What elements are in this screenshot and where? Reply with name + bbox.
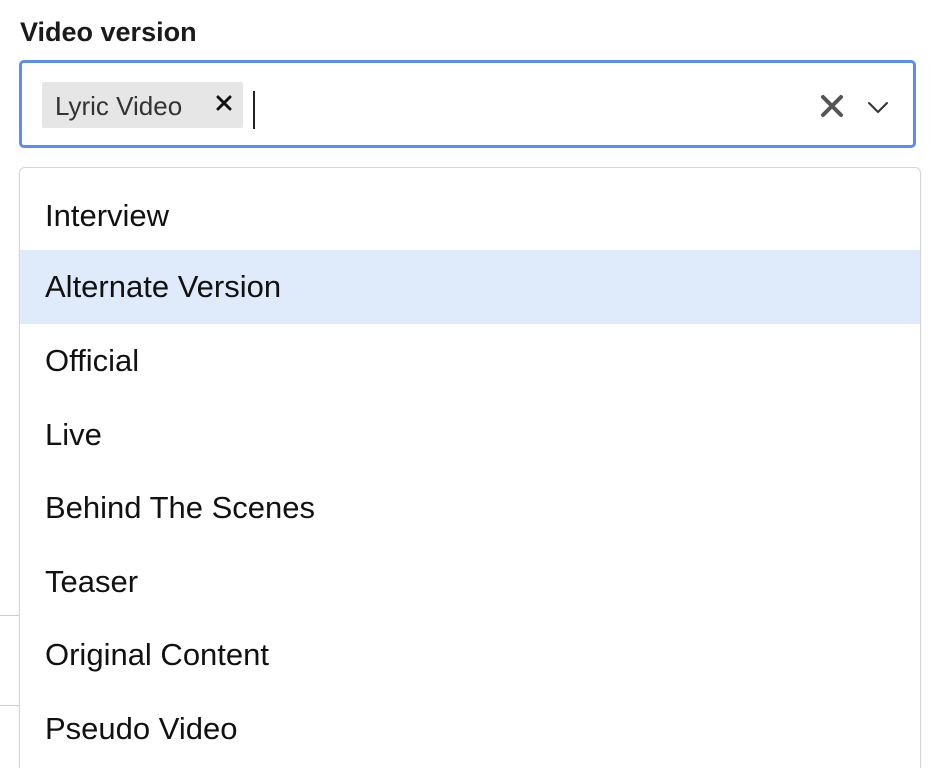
menu-option-alternate-version[interactable]: Alternate Version (20, 250, 920, 324)
background-divider (0, 615, 20, 616)
menu-option-teaser[interactable]: Teaser (20, 545, 920, 619)
chip-remove-button[interactable] (209, 88, 239, 118)
menu-option-interview[interactable]: Interview (20, 179, 920, 253)
text-cursor (253, 91, 255, 129)
page: Video version Lyric Video Interview Alte… (0, 0, 938, 768)
dropdown-toggle-button[interactable] (865, 95, 891, 119)
field-label: Video version (20, 17, 197, 47)
menu-option-label: Alternate Version (45, 269, 282, 304)
menu-option-official[interactable]: Official (20, 324, 920, 398)
menu-option-label: Interview (45, 198, 170, 233)
menu-option-behind-the-scenes[interactable]: Behind The Scenes (20, 471, 920, 545)
selected-chip: Lyric Video (42, 82, 243, 128)
clear-all-button[interactable] (818, 92, 846, 120)
background-divider (0, 705, 20, 706)
menu-option-pseudo-video[interactable]: Pseudo Video (20, 692, 920, 766)
chevron-down-icon (868, 102, 888, 113)
menu-option-label: Behind The Scenes (45, 490, 316, 525)
chip-label: Lyric Video (55, 91, 183, 121)
menu-option-label: Teaser (45, 564, 139, 599)
menu-option-original-content[interactable]: Original Content (20, 618, 920, 692)
close-icon (821, 95, 843, 117)
video-version-select[interactable]: Lyric Video (19, 60, 916, 148)
menu-option-live[interactable]: Live (20, 398, 920, 472)
menu-option-label: Original Content (45, 637, 270, 672)
menu-option-label: Pseudo Video (45, 711, 238, 746)
options-menu: Interview Alternate Version Official Liv… (19, 167, 921, 768)
menu-option-label: Official (45, 343, 140, 378)
menu-option-label: Live (45, 417, 102, 452)
close-icon (216, 95, 232, 111)
